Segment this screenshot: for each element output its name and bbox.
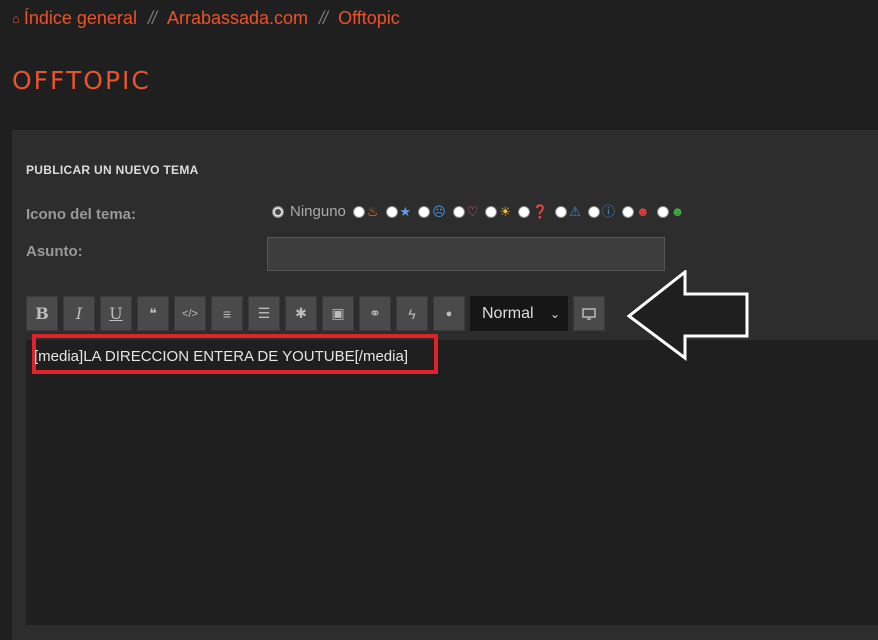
icon-option-surprised[interactable]: ☹ (418, 203, 446, 219)
page-title: OFFTOPIC (12, 66, 151, 95)
list-button[interactable]: ≡ (211, 296, 243, 331)
icon-option-info[interactable]: ⓘ (587, 203, 615, 219)
icon-option-green-face[interactable]: ☻ (656, 203, 685, 219)
radio[interactable] (587, 205, 600, 218)
breadcrumb-forum[interactable]: Offtopic (338, 8, 400, 29)
font-size-value: Normal (482, 304, 534, 322)
preview-monitor-button[interactable] (573, 296, 605, 331)
annotation-arrow-icon (627, 270, 749, 361)
heart-icon: ♡ (466, 203, 479, 219)
breadcrumb: ⌂ Índice general // Arrabassada.com // O… (12, 8, 400, 29)
warning-icon: ⚠ (569, 203, 581, 219)
radio[interactable] (485, 205, 498, 218)
radio[interactable] (385, 205, 398, 218)
none-label: Ninguno (290, 203, 346, 220)
topic-icon-options: Ninguno ♨ ★ ☹ ♡ ☀ ❓ ⚠ ⓘ ☻ ☻ (272, 203, 691, 220)
fire-icon: ♨ (366, 203, 379, 219)
font-size-select[interactable]: Normal ⌄ (470, 296, 568, 331)
icon-option-heart[interactable]: ♡ (452, 203, 479, 219)
breadcrumb-separator: // (147, 8, 157, 28)
radio[interactable] (621, 205, 634, 218)
icon-option-warning[interactable]: ⚠ (555, 203, 581, 219)
icon-option-question[interactable]: ❓ (518, 203, 549, 219)
image-button[interactable]: ▣ (322, 296, 354, 331)
section-title: PUBLICAR UN NUEVO TEMA (26, 163, 199, 177)
radio[interactable] (656, 205, 669, 218)
radio[interactable] (352, 205, 365, 218)
surprised-face-icon: ☹ (432, 203, 446, 219)
breadcrumb-separator: // (319, 8, 328, 28)
radio[interactable] (518, 205, 531, 218)
radio-none[interactable] (272, 205, 284, 218)
post-form-panel: PUBLICAR UN NUEVO TEMA Icono del tema: N… (12, 130, 878, 640)
radio[interactable] (452, 205, 465, 218)
chevron-down-icon: ⌄ (549, 306, 560, 321)
editor-toolbar: B I U ❝ </> ≡ ☰ ✱ ▣ ⚭ ϟ ● Normal ⌄ (26, 296, 610, 331)
list-item-button[interactable]: ✱ (285, 296, 317, 331)
flash-button[interactable]: ϟ (396, 296, 428, 331)
icon-option-none[interactable]: Ninguno (272, 203, 346, 220)
message-editor[interactable]: [media]LA DIRECCION ENTERA DE YOUTUBE[/m… (26, 334, 878, 625)
code-button[interactable]: </> (174, 296, 206, 331)
icon-option-lightbulb[interactable]: ☀ (485, 203, 512, 219)
home-icon[interactable]: ⌂ (12, 11, 20, 26)
breadcrumb-site[interactable]: Arrabassada.com (167, 8, 308, 29)
editor-content: [media]LA DIRECCION ENTERA DE YOUTUBE[/m… (34, 348, 408, 365)
breadcrumb-home[interactable]: Índice general (24, 8, 137, 29)
icon-option-red-face[interactable]: ☻ (621, 203, 650, 219)
underline-button[interactable]: U (100, 296, 132, 331)
monitor-icon (582, 307, 596, 320)
link-button[interactable]: ⚭ (359, 296, 391, 331)
icon-option-star[interactable]: ★ (385, 203, 412, 219)
subject-input[interactable] (267, 237, 665, 271)
color-button[interactable]: ● (433, 296, 465, 331)
subject-label: Asunto: (26, 243, 83, 260)
quote-button[interactable]: ❝ (137, 296, 169, 331)
italic-button[interactable]: I (63, 296, 95, 331)
bold-button[interactable]: B (26, 296, 58, 331)
topic-icon-label: Icono del tema: (26, 206, 137, 223)
question-icon: ❓ (532, 203, 549, 219)
info-icon: ⓘ (601, 203, 615, 219)
icon-option-fire[interactable]: ♨ (352, 203, 379, 219)
ordered-list-button[interactable]: ☰ (248, 296, 280, 331)
red-face-icon: ☻ (635, 203, 650, 219)
green-face-icon: ☻ (670, 203, 685, 219)
star-icon: ★ (399, 203, 412, 219)
lightbulb-icon: ☀ (499, 203, 512, 219)
radio[interactable] (418, 205, 431, 218)
radio[interactable] (555, 205, 568, 218)
